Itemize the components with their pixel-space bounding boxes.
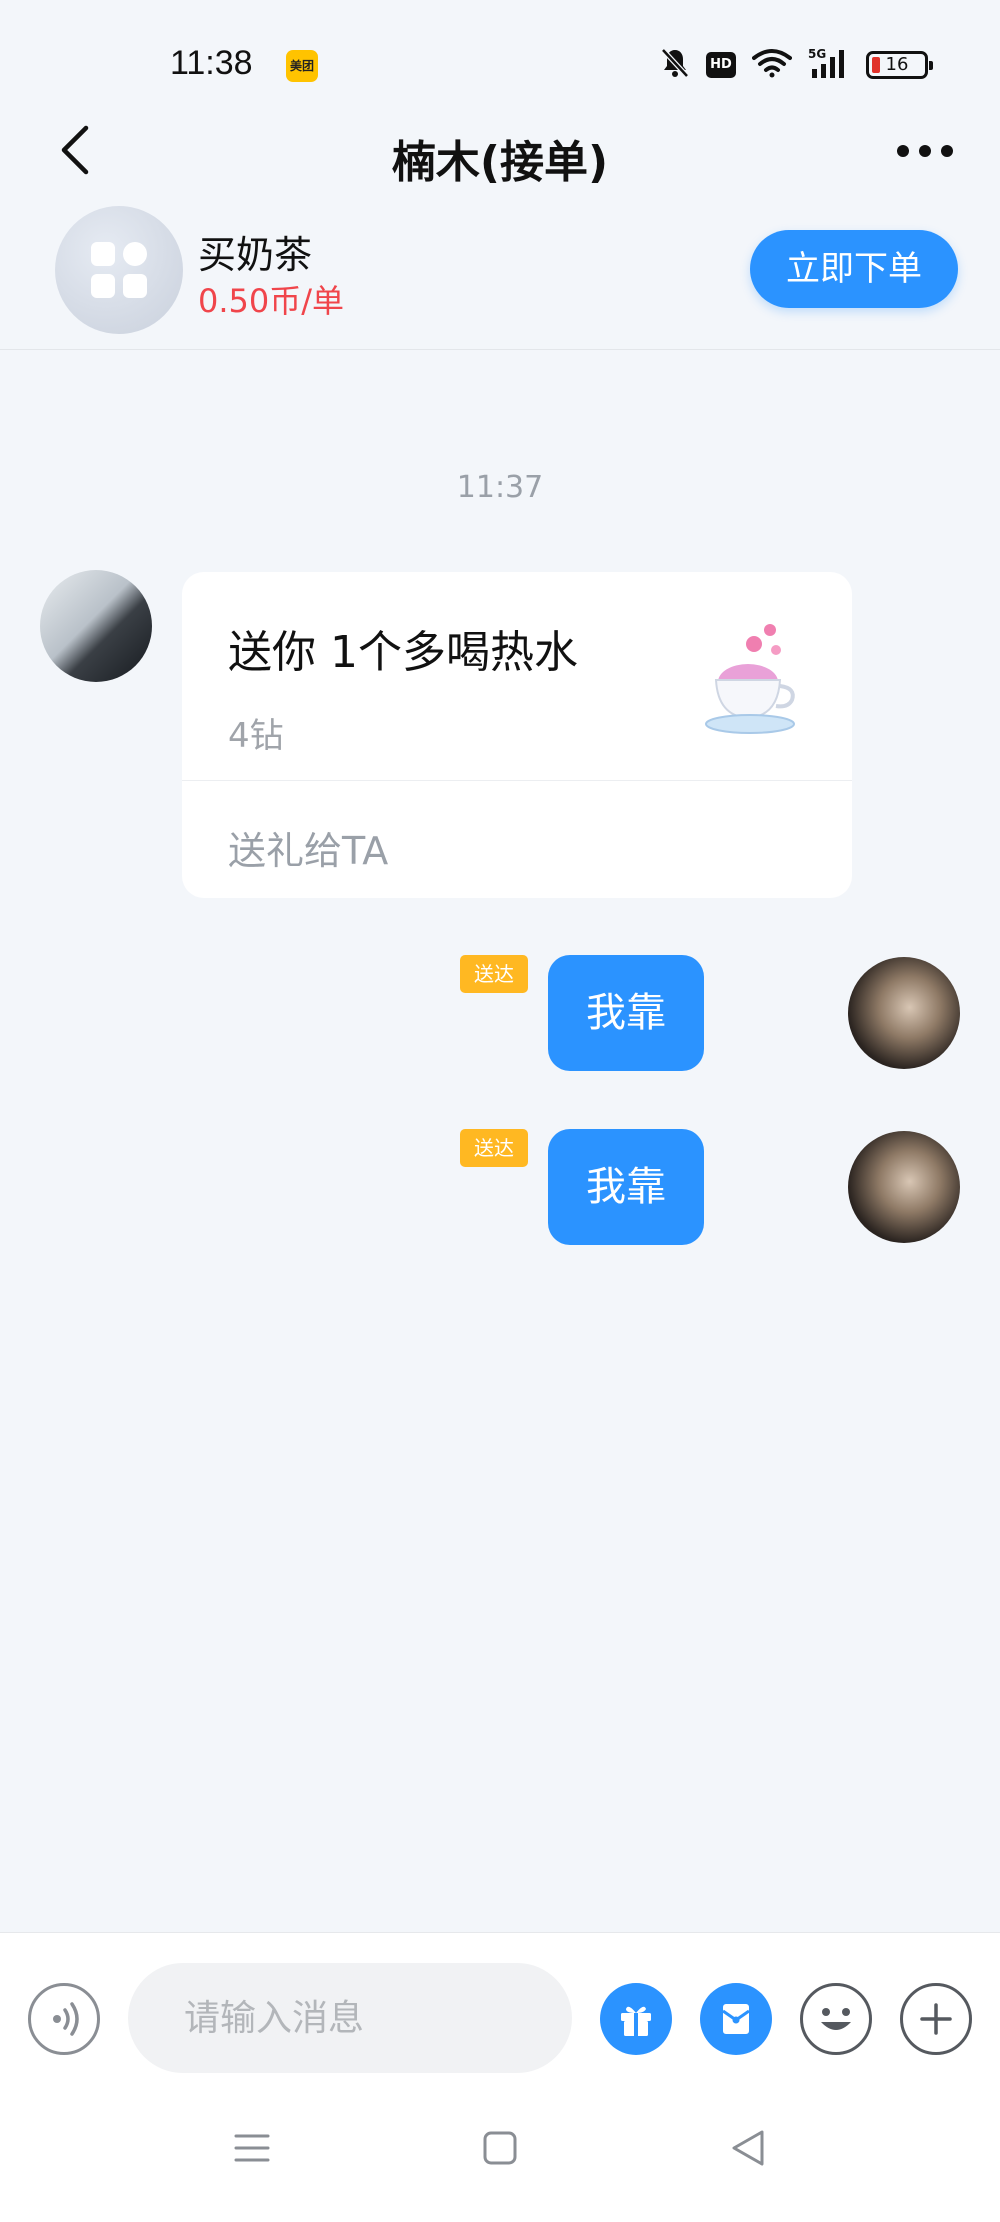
nav-bar: 楠木(接单): [0, 100, 1000, 200]
delivered-badge: 送达: [460, 1129, 528, 1167]
more-actions-button[interactable]: [900, 1983, 972, 2055]
wifi-icon: [752, 48, 792, 82]
my-avatar[interactable]: [848, 1131, 960, 1243]
gift-title: 送你 1个多喝热水: [228, 627, 578, 678]
contact-avatar[interactable]: [40, 570, 152, 682]
message-bubble[interactable]: 我靠: [548, 955, 704, 1071]
network-label: 5G: [808, 47, 826, 61]
gift-divider: [182, 780, 852, 781]
status-icons: HD 5G 16: [660, 47, 933, 83]
more-icon: [897, 145, 953, 157]
status-time: 11:38: [170, 44, 253, 82]
hot-water-cup-icon: [702, 620, 802, 740]
message-row: 送达 我靠: [460, 955, 960, 1071]
system-nav-bar: [0, 2082, 1000, 2222]
plus-icon: [920, 2003, 952, 2035]
message-input[interactable]: [128, 1963, 572, 2073]
page-title: 楠木(接单): [391, 137, 609, 188]
emoji-icon: [821, 2008, 851, 2030]
my-avatar[interactable]: [848, 957, 960, 1069]
gift-button[interactable]: [600, 1983, 672, 2055]
home-button[interactable]: [470, 2118, 530, 2178]
send-gift-link[interactable]: 送礼给TA: [228, 820, 388, 875]
recent-apps-button[interactable]: [222, 2118, 282, 2178]
voice-icon: [53, 2002, 79, 2036]
status-bar: 11:38 美团 HD 5G 16: [0, 0, 1000, 100]
more-button[interactable]: [890, 124, 960, 174]
emoji-button[interactable]: [800, 1983, 872, 2055]
back-triangle-icon: [732, 2130, 764, 2166]
message-bubble[interactable]: 我靠: [548, 1129, 704, 1245]
system-back-button[interactable]: [718, 2118, 778, 2178]
delivered-badge: 送达: [460, 955, 528, 993]
gift-card[interactable]: 送你 1个多喝热水 4钻 送礼给TA: [182, 572, 852, 898]
gift-cost: 4钻: [228, 716, 284, 756]
battery-level: 16: [885, 54, 909, 75]
menu-icon: [234, 2134, 270, 2162]
service-card: 买奶茶 0.50币/单 立即下单: [0, 200, 1000, 350]
service-price: 0.50币/单: [198, 282, 345, 320]
message-row: 送达 我靠: [460, 1129, 960, 1245]
service-name: 买奶茶: [198, 233, 313, 277]
home-icon: [483, 2131, 517, 2165]
meituan-app-icon: 美团: [286, 50, 318, 82]
hd-badge: HD: [706, 52, 736, 78]
signal-icon: 5G: [808, 47, 850, 83]
gift-icon: [621, 2006, 651, 2036]
red-packet-icon: [722, 2004, 750, 2034]
chat-timestamp: 11:37: [456, 470, 544, 505]
input-bar: [0, 1932, 1000, 2082]
grid-icon: [91, 242, 147, 298]
mute-bell-icon: [660, 47, 690, 83]
service-icon: [55, 206, 183, 334]
order-now-button[interactable]: 立即下单: [750, 230, 958, 308]
battery-icon: 16: [866, 51, 933, 79]
voice-button[interactable]: [28, 1983, 100, 2055]
red-packet-button[interactable]: [700, 1983, 772, 2055]
